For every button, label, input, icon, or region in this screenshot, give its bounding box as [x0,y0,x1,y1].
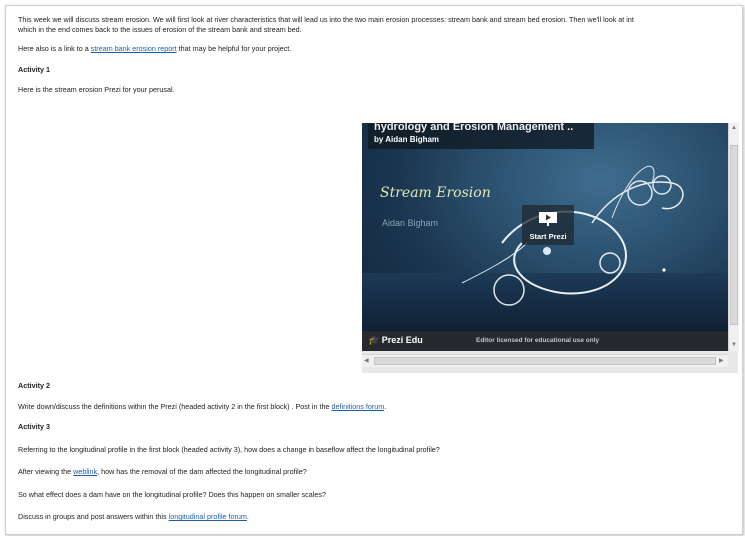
prezi-author-line: by Aidan Bigham [374,135,440,144]
prezi-slide-title: Stream Erosion [380,185,491,201]
stream-bank-erosion-report-link[interactable]: stream bank erosion report [91,44,177,53]
intro-line-1: This week we will discuss stream erosion… [18,15,634,24]
activity-3-question-2: After viewing the weblink, how has the r… [18,467,742,477]
scroll-down-arrow-icon[interactable]: ▼ [731,342,737,348]
activity-2-heading: Activity 2 [18,381,50,390]
activity-1-heading: Activity 1 [18,64,50,74]
activity-2-text-after: . [384,401,387,411]
question-4-before: Discuss in groups and post answers withi… [18,512,169,521]
report-text-before: Here also is a link to a [18,44,91,53]
intro-line-2: which in the end comes back to the issue… [18,24,302,34]
page-frame: This week we will discuss stream erosion… [5,5,743,535]
question-2-after: , how has the removal of the dam affecte… [97,467,307,476]
activity-2-text-before: Write down/discuss the definitions withi… [18,401,332,411]
lower-content-area: Activity 2 Write down/discuss the defini… [18,381,742,522]
prezi-title-bar: hydrology and Erosion Management .. by A… [368,123,594,149]
vertical-scroll-thumb[interactable] [730,145,738,325]
prezi-bottom-bar: 🎓 Prezi Edu Editor licensed for educatio… [362,331,728,351]
prezi-slide-author: Aidan Bigham [382,218,439,228]
activity-3-question-4: Discuss in groups and post answers withi… [18,512,742,522]
scroll-up-arrow-icon[interactable]: ▲ [731,125,737,131]
report-paragraph: Here also is a link to a stream bank ero… [18,44,742,54]
activity-3-heading: Activity 3 [18,422,50,431]
prezi-license-note: Editor licensed for educational use only [476,337,600,344]
horizontal-scroll-thumb[interactable] [374,357,716,365]
prezi-horizontal-scrollbar[interactable]: ◀ ▶ [362,354,728,367]
definitions-forum-link[interactable]: definitions forum [331,402,384,411]
activity-3-question-3: So what effect does a dam have on the lo… [18,489,326,499]
longitudinal-profile-forum-link[interactable]: longitudinal profile forum [169,512,247,521]
start-prezi-button[interactable]: Start Prezi [522,205,574,245]
report-text-after: that may be helpful for your project. [176,44,292,53]
activity-1-text: Here is the stream erosion Prezi for you… [18,85,175,94]
content-area: This week we will discuss stream erosion… [18,15,742,95]
prezi-embed[interactable]: hydrology and Erosion Management .. by A… [362,123,739,373]
graduation-cap-icon: 🎓 [368,335,382,345]
start-prezi-label: Start Prezi [529,232,567,241]
prezi-stage[interactable]: hydrology and Erosion Management .. by A… [362,123,728,351]
question-2-before: After viewing the [18,467,74,476]
prezi-title: hydrology and Erosion Management .. [374,123,574,133]
activity-2-text: Write down/discuss the definitions withi… [18,401,742,412]
scroll-right-arrow-icon[interactable]: ▶ [719,357,724,364]
presentation-play-icon [539,212,557,226]
prezi-edu-brand: 🎓 Prezi Edu [368,335,423,346]
activity-3-question-1: Referring to the longitudinal profile in… [18,444,440,454]
weblink-link[interactable]: weblink [73,467,97,476]
question-4-after: . [246,512,249,521]
prezi-brand-label: Prezi Edu [381,335,423,345]
scroll-left-arrow-icon[interactable]: ◀ [364,357,369,364]
prezi-vertical-scrollbar[interactable]: ▲ ▼ [728,123,739,351]
